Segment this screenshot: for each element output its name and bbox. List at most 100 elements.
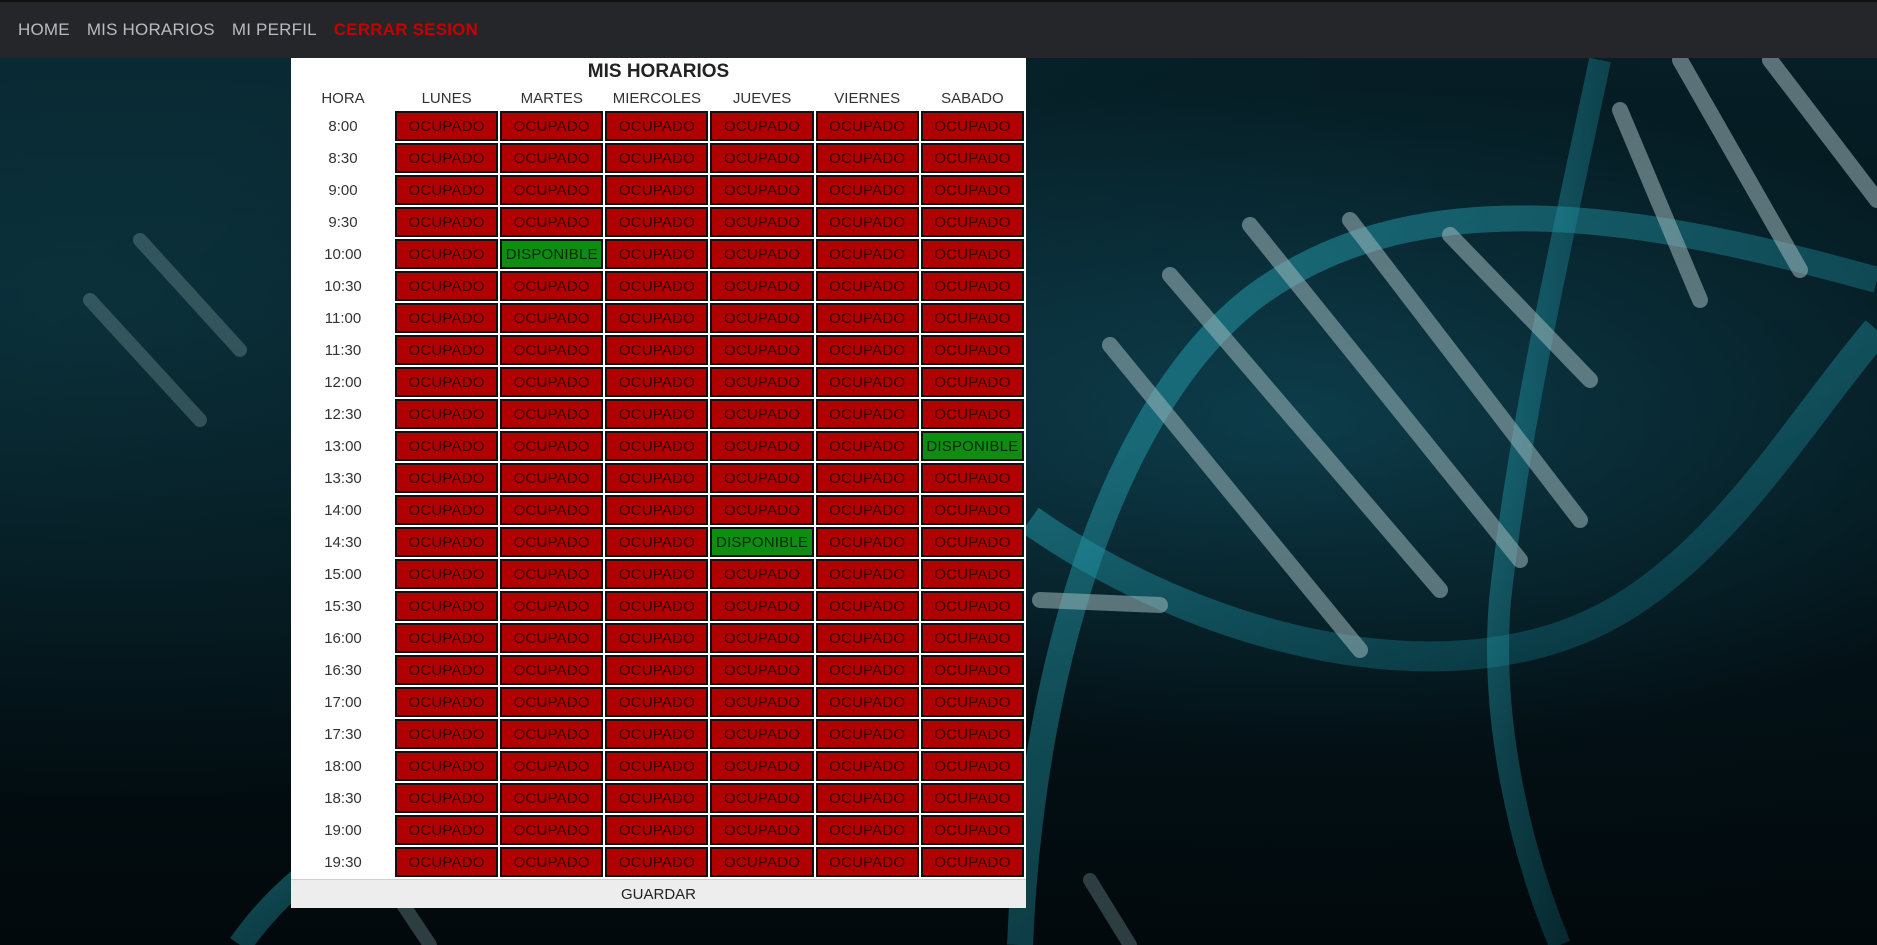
slot-miercoles-ocupado[interactable]: OCUPADO xyxy=(605,239,709,269)
nav-mis-horarios-link[interactable]: MIS HORARIOS xyxy=(87,20,215,40)
slot-sabado-ocupado[interactable]: OCUPADO xyxy=(920,591,1024,621)
slot-martes-ocupado[interactable]: OCUPADO xyxy=(500,687,604,717)
slot-jueves-ocupado[interactable]: OCUPADO xyxy=(710,463,814,493)
slot-jueves-ocupado[interactable]: OCUPADO xyxy=(710,815,814,845)
slot-miercoles-ocupado[interactable]: OCUPADO xyxy=(605,303,709,333)
slot-miercoles-ocupado[interactable]: OCUPADO xyxy=(605,367,709,397)
slot-jueves-ocupado[interactable]: OCUPADO xyxy=(710,495,814,525)
slot-jueves-ocupado[interactable]: OCUPADO xyxy=(710,431,814,461)
slot-sabado-ocupado[interactable]: OCUPADO xyxy=(920,239,1024,269)
slot-lunes-ocupado[interactable]: OCUPADO xyxy=(395,783,499,813)
slot-sabado-ocupado[interactable]: OCUPADO xyxy=(920,303,1024,333)
slot-sabado-ocupado[interactable]: OCUPADO xyxy=(920,367,1024,397)
slot-viernes-ocupado[interactable]: OCUPADO xyxy=(815,303,919,333)
slot-jueves-ocupado[interactable]: OCUPADO xyxy=(710,687,814,717)
slot-martes-ocupado[interactable]: OCUPADO xyxy=(500,847,604,877)
slot-jueves-ocupado[interactable]: OCUPADO xyxy=(710,143,814,173)
slot-jueves-ocupado[interactable]: OCUPADO xyxy=(710,239,814,269)
slot-lunes-ocupado[interactable]: OCUPADO xyxy=(395,399,499,429)
slot-miercoles-ocupado[interactable]: OCUPADO xyxy=(605,271,709,301)
slot-miercoles-ocupado[interactable]: OCUPADO xyxy=(605,655,709,685)
slot-martes-ocupado[interactable]: OCUPADO xyxy=(500,591,604,621)
slot-jueves-ocupado[interactable]: OCUPADO xyxy=(710,591,814,621)
slot-martes-ocupado[interactable]: OCUPADO xyxy=(500,335,604,365)
slot-miercoles-ocupado[interactable]: OCUPADO xyxy=(605,815,709,845)
slot-martes-ocupado[interactable]: OCUPADO xyxy=(500,527,604,557)
slot-martes-ocupado[interactable]: OCUPADO xyxy=(500,815,604,845)
slot-jueves-ocupado[interactable]: OCUPADO xyxy=(710,719,814,749)
slot-viernes-ocupado[interactable]: OCUPADO xyxy=(815,111,919,141)
slot-viernes-ocupado[interactable]: OCUPADO xyxy=(815,591,919,621)
nav-cerrar-sesion-link[interactable]: CERRAR SESION xyxy=(334,20,478,40)
slot-viernes-ocupado[interactable]: OCUPADO xyxy=(815,271,919,301)
slot-sabado-ocupado[interactable]: OCUPADO xyxy=(920,463,1024,493)
slot-martes-ocupado[interactable]: OCUPADO xyxy=(500,751,604,781)
slot-martes-ocupado[interactable]: OCUPADO xyxy=(500,303,604,333)
slot-lunes-ocupado[interactable]: OCUPADO xyxy=(395,495,499,525)
slot-lunes-ocupado[interactable]: OCUPADO xyxy=(395,527,499,557)
slot-jueves-ocupado[interactable]: OCUPADO xyxy=(710,751,814,781)
slot-lunes-ocupado[interactable]: OCUPADO xyxy=(395,207,499,237)
slot-miercoles-ocupado[interactable]: OCUPADO xyxy=(605,783,709,813)
slot-martes-ocupado[interactable]: OCUPADO xyxy=(500,783,604,813)
slot-sabado-ocupado[interactable]: OCUPADO xyxy=(920,623,1024,653)
slot-viernes-ocupado[interactable]: OCUPADO xyxy=(815,175,919,205)
slot-miercoles-ocupado[interactable]: OCUPADO xyxy=(605,143,709,173)
slot-lunes-ocupado[interactable]: OCUPADO xyxy=(395,655,499,685)
slot-viernes-ocupado[interactable]: OCUPADO xyxy=(815,687,919,717)
slot-jueves-ocupado[interactable]: OCUPADO xyxy=(710,783,814,813)
slot-viernes-ocupado[interactable]: OCUPADO xyxy=(815,335,919,365)
slot-lunes-ocupado[interactable]: OCUPADO xyxy=(395,143,499,173)
slot-martes-ocupado[interactable]: OCUPADO xyxy=(500,559,604,589)
slot-sabado-ocupado[interactable]: OCUPADO xyxy=(920,751,1024,781)
slot-sabado-ocupado[interactable]: OCUPADO xyxy=(920,111,1024,141)
slot-lunes-ocupado[interactable]: OCUPADO xyxy=(395,719,499,749)
slot-martes-ocupado[interactable]: OCUPADO xyxy=(500,399,604,429)
slot-lunes-ocupado[interactable]: OCUPADO xyxy=(395,591,499,621)
slot-lunes-ocupado[interactable]: OCUPADO xyxy=(395,815,499,845)
slot-jueves-ocupado[interactable]: OCUPADO xyxy=(710,175,814,205)
slot-viernes-ocupado[interactable]: OCUPADO xyxy=(815,239,919,269)
slot-lunes-ocupado[interactable]: OCUPADO xyxy=(395,751,499,781)
slot-martes-ocupado[interactable]: OCUPADO xyxy=(500,207,604,237)
nav-home-link[interactable]: HOME xyxy=(18,20,70,40)
slot-viernes-ocupado[interactable]: OCUPADO xyxy=(815,463,919,493)
slot-martes-ocupado[interactable]: OCUPADO xyxy=(500,111,604,141)
slot-martes-disponible[interactable]: DISPONIBLE xyxy=(500,239,604,269)
slot-miercoles-ocupado[interactable]: OCUPADO xyxy=(605,111,709,141)
slot-martes-ocupado[interactable]: OCUPADO xyxy=(500,367,604,397)
slot-miercoles-ocupado[interactable]: OCUPADO xyxy=(605,399,709,429)
slot-sabado-ocupado[interactable]: OCUPADO xyxy=(920,335,1024,365)
slot-lunes-ocupado[interactable]: OCUPADO xyxy=(395,559,499,589)
slot-jueves-ocupado[interactable]: OCUPADO xyxy=(710,655,814,685)
slot-sabado-ocupado[interactable]: OCUPADO xyxy=(920,399,1024,429)
slot-miercoles-ocupado[interactable]: OCUPADO xyxy=(605,335,709,365)
slot-miercoles-ocupado[interactable]: OCUPADO xyxy=(605,431,709,461)
slot-martes-ocupado[interactable]: OCUPADO xyxy=(500,431,604,461)
slot-sabado-ocupado[interactable]: OCUPADO xyxy=(920,687,1024,717)
slot-sabado-ocupado[interactable]: OCUPADO xyxy=(920,655,1024,685)
slot-miercoles-ocupado[interactable]: OCUPADO xyxy=(605,463,709,493)
slot-jueves-ocupado[interactable]: OCUPADO xyxy=(710,367,814,397)
slot-jueves-ocupado[interactable]: OCUPADO xyxy=(710,399,814,429)
slot-sabado-ocupado[interactable]: OCUPADO xyxy=(920,815,1024,845)
slot-jueves-ocupado[interactable]: OCUPADO xyxy=(710,335,814,365)
slot-jueves-ocupado[interactable]: OCUPADO xyxy=(710,111,814,141)
slot-miercoles-ocupado[interactable]: OCUPADO xyxy=(605,527,709,557)
slot-viernes-ocupado[interactable]: OCUPADO xyxy=(815,815,919,845)
slot-viernes-ocupado[interactable]: OCUPADO xyxy=(815,783,919,813)
slot-miercoles-ocupado[interactable]: OCUPADO xyxy=(605,591,709,621)
slot-viernes-ocupado[interactable]: OCUPADO xyxy=(815,719,919,749)
slot-jueves-ocupado[interactable]: OCUPADO xyxy=(710,559,814,589)
slot-martes-ocupado[interactable]: OCUPADO xyxy=(500,495,604,525)
slot-miercoles-ocupado[interactable]: OCUPADO xyxy=(605,847,709,877)
slot-lunes-ocupado[interactable]: OCUPADO xyxy=(395,335,499,365)
slot-lunes-ocupado[interactable]: OCUPADO xyxy=(395,431,499,461)
nav-mi-perfil-link[interactable]: MI PERFIL xyxy=(232,20,317,40)
slot-jueves-ocupado[interactable]: OCUPADO xyxy=(710,303,814,333)
slot-lunes-ocupado[interactable]: OCUPADO xyxy=(395,175,499,205)
guardar-button[interactable]: GUARDAR xyxy=(291,879,1026,908)
slot-martes-ocupado[interactable]: OCUPADO xyxy=(500,175,604,205)
slot-miercoles-ocupado[interactable]: OCUPADO xyxy=(605,559,709,589)
slot-miercoles-ocupado[interactable]: OCUPADO xyxy=(605,687,709,717)
